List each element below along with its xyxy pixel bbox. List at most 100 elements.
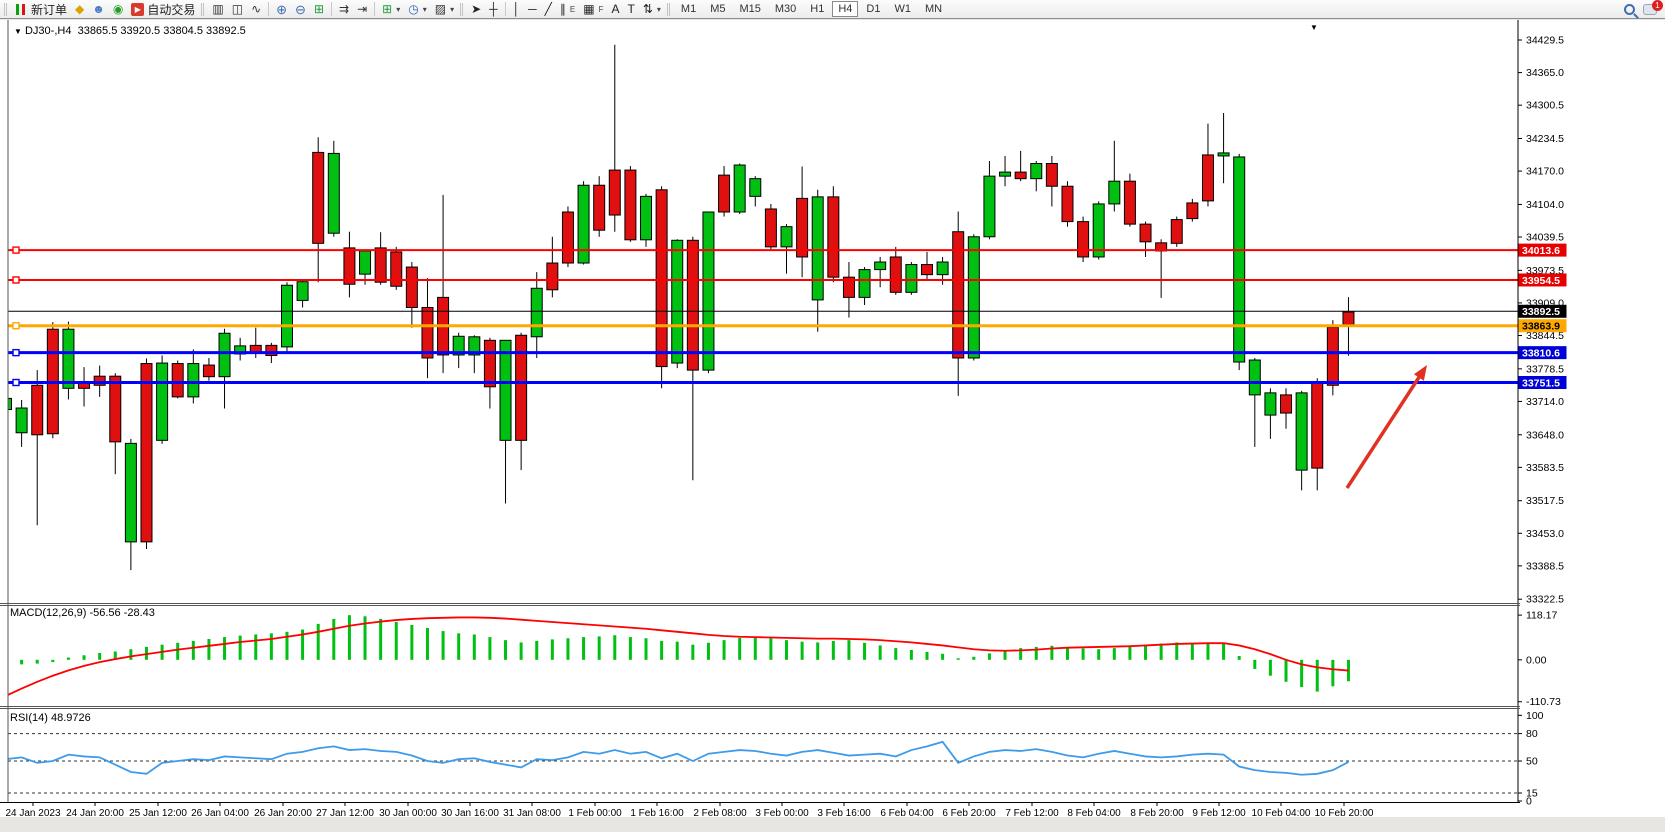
signals-button[interactable]: ◉ — [109, 1, 127, 18]
tab-d1[interactable]: D1 — [860, 1, 886, 17]
candle-body — [1343, 312, 1354, 325]
auto-scroll-button[interactable]: ⇉ — [335, 1, 353, 18]
macd-bar — [51, 660, 54, 662]
toolbar: 新订单 ◆ ☻ ◉ ▶ 自动交易 ▥ ◫ ∿ ⊕ ⊖ ⊞ ⇉ ⇥ ⊞▾ ◷▾ ▨… — [0, 0, 1665, 19]
fibonacci-button[interactable]: ▦F — [579, 1, 607, 18]
tab-m5[interactable]: M5 — [704, 1, 731, 17]
separator — [268, 2, 269, 16]
marketplace-button[interactable]: ◆ — [71, 1, 88, 18]
bar-chart-icon: ▥ — [212, 3, 223, 15]
separator — [505, 2, 506, 16]
autotrade-button[interactable]: ▶ 自动交易 — [127, 1, 199, 18]
candle-body — [547, 263, 558, 290]
bar-chart-button[interactable]: ▥ — [208, 1, 227, 18]
rsi-tick: 80 — [1526, 728, 1538, 740]
price-tick: 33648.0 — [1526, 429, 1564, 441]
time-tick: 3 Feb 16:00 — [817, 808, 871, 817]
vertical-line-icon: │ — [513, 3, 521, 15]
candle-body — [203, 365, 214, 377]
tab-h1[interactable]: H1 — [804, 1, 830, 17]
tile-windows-button[interactable]: ⊞ — [310, 1, 328, 18]
horizontal-line-button[interactable]: ─ — [524, 1, 541, 18]
tab-mn[interactable]: MN — [919, 1, 948, 17]
time-tick: 26 Jan 20:00 — [254, 808, 312, 817]
arrows-icon: ⇅ — [643, 3, 653, 15]
time-tick: 10 Feb 20:00 — [1315, 808, 1374, 817]
macd-bar — [504, 640, 507, 660]
tab-m30[interactable]: M30 — [769, 1, 802, 17]
macd-bar — [332, 619, 335, 660]
candle-body — [797, 198, 808, 257]
zoom-in-icon: ⊕ — [276, 3, 287, 16]
candle-body — [1062, 186, 1073, 221]
templates-button[interactable]: ▨▾ — [431, 1, 458, 18]
candle-body — [906, 265, 917, 293]
macd-bar — [738, 638, 741, 660]
arrows-button[interactable]: ⇅▾ — [639, 1, 665, 18]
candle-body — [157, 363, 168, 440]
time-tick: 6 Feb 04:00 — [880, 808, 934, 817]
candle-chart-button[interactable]: ◫ — [228, 1, 247, 18]
periods-button[interactable]: ◷▾ — [404, 1, 431, 18]
channel-button[interactable]: ∥E — [556, 1, 579, 18]
tab-w1[interactable]: W1 — [888, 1, 917, 17]
time-tick: 8 Feb 04:00 — [1067, 808, 1121, 817]
price-tag-value: 33863.9 — [1522, 321, 1560, 333]
chart-window[interactable]: 34429.534365.034300.534234.534170.034104… — [0, 20, 1665, 817]
zoom-in-button[interactable]: ⊕ — [272, 1, 291, 18]
price-tick: 34039.5 — [1526, 232, 1564, 244]
vertical-line-button[interactable]: │ — [509, 1, 525, 18]
dropdown-arrow-icon: ▾ — [657, 5, 661, 14]
new-order-button[interactable]: 新订单 — [11, 1, 71, 18]
candle-body — [1202, 155, 1213, 201]
candle-body — [328, 153, 339, 233]
candle-body — [1015, 172, 1026, 179]
candle-body — [1000, 172, 1011, 176]
candle-body — [1218, 153, 1229, 156]
text-label-button[interactable]: T — [624, 1, 639, 18]
macd-bar — [1285, 660, 1288, 682]
macd-bar — [925, 652, 928, 660]
time-tick: 27 Jan 12:00 — [316, 808, 374, 817]
chart-title: ▼ DJ30-,H4 33865.5 33920.5 33804.5 33892… — [14, 25, 246, 37]
macd-bar — [317, 624, 320, 660]
zoom-out-button[interactable]: ⊖ — [291, 1, 310, 18]
ohlc-label: 33865.5 33920.5 33804.5 33892.5 — [78, 25, 246, 37]
macd-bar — [1097, 649, 1100, 660]
channel-e-label: E — [570, 5, 575, 14]
search-icon[interactable] — [1624, 4, 1635, 15]
notifications-icon[interactable]: 1 — [1643, 4, 1657, 15]
macd-bar — [379, 619, 382, 660]
dropdown-arrow-icon: ▾ — [423, 5, 427, 14]
macd-bar — [254, 634, 257, 659]
collapse-icon[interactable]: ▼ — [14, 27, 22, 36]
macd-bar — [270, 633, 273, 659]
line-chart-button[interactable]: ∿ — [247, 1, 265, 18]
macd-bar — [785, 640, 788, 660]
macd-bar — [847, 640, 850, 660]
trendline-button[interactable]: ╱ — [541, 1, 556, 18]
chart-shift-button[interactable]: ⇥ — [353, 1, 371, 18]
cursor-button[interactable]: ➤ — [467, 1, 485, 18]
tab-m15[interactable]: M15 — [733, 1, 766, 17]
trend-arrow — [1347, 373, 1422, 488]
separator — [331, 2, 332, 16]
price-tick: 33714.0 — [1526, 396, 1564, 408]
macd-bar — [754, 637, 757, 660]
macd-bar — [1222, 644, 1225, 660]
candle-body — [172, 364, 183, 397]
macd-bar — [207, 639, 210, 660]
chart-canvas[interactable]: 34429.534365.034300.534234.534170.034104… — [0, 20, 1665, 817]
candle-body — [422, 307, 433, 358]
candle-body — [219, 333, 230, 376]
crosshair-button[interactable]: ┼ — [485, 1, 502, 18]
candle-body — [1249, 360, 1260, 395]
indicators-button[interactable]: ⊞▾ — [378, 1, 404, 18]
text-button[interactable]: A — [607, 1, 623, 18]
add-indicator-icon: ⊞ — [382, 3, 392, 15]
tab-h4[interactable]: H4 — [832, 1, 858, 17]
community-button[interactable]: ☻ — [88, 1, 109, 18]
macd-bar — [223, 637, 226, 660]
tab-m1[interactable]: M1 — [675, 1, 702, 17]
macd-bar — [863, 643, 866, 660]
